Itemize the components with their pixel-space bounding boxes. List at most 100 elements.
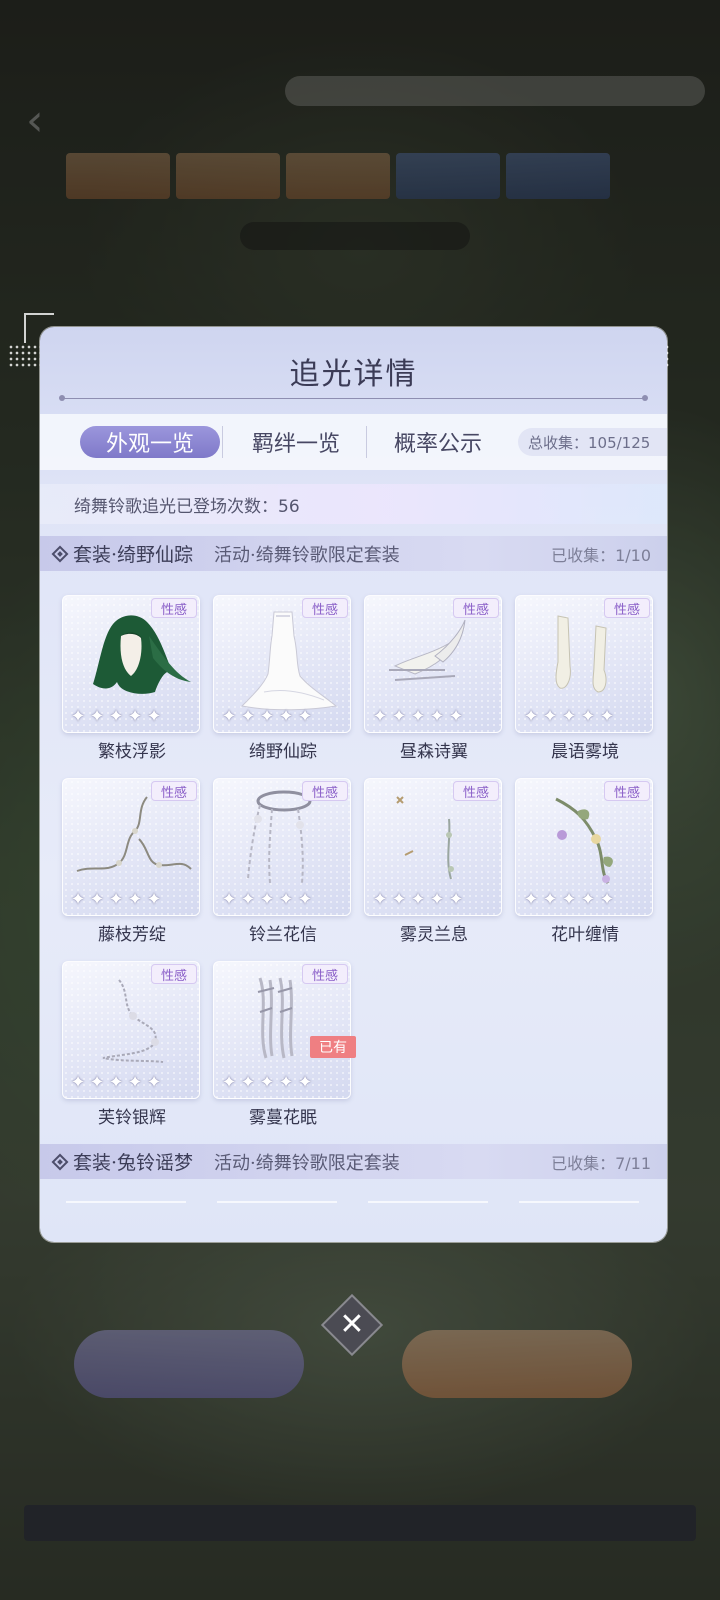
item-name: 铃兰花信 bbox=[249, 925, 317, 945]
set-name: 套装·兔铃谣梦 bbox=[73, 1152, 194, 1174]
star-icon: ✦ bbox=[108, 889, 124, 910]
outfit-item[interactable]: 性感 ✦ ✦ ✦ ✦ ✦ 花叶缠情 bbox=[515, 778, 655, 948]
item-card: 性感 ✦ ✦ ✦ ✦ ✦ bbox=[515, 595, 653, 733]
outfit-item[interactable]: 性感 已有 ✦ ✦ ✦ ✦ ✦ 雾蔓花眠 bbox=[213, 961, 356, 1131]
diamond-icon bbox=[51, 545, 69, 562]
next-row-card-top bbox=[368, 1201, 488, 1203]
set-event: 活动·绮舞铃歌限定套装 bbox=[214, 1152, 400, 1174]
tab-divider bbox=[222, 426, 223, 458]
star-icon: ✦ bbox=[146, 706, 162, 727]
rarity-stars: ✦ ✦ ✦ ✦ ✦ bbox=[69, 1074, 163, 1092]
outfit-item[interactable]: 性感 ✦ ✦ ✦ ✦ ✦ 芙铃银辉 bbox=[62, 961, 202, 1131]
item-name: 晨语雾境 bbox=[551, 742, 619, 762]
item-name: 雾灵兰息 bbox=[400, 925, 468, 945]
star-icon: ✦ bbox=[448, 889, 464, 910]
tab-probability[interactable]: 概率公示 bbox=[368, 426, 508, 458]
next-row-card-top bbox=[217, 1201, 337, 1203]
star-icon: ✦ bbox=[89, 706, 105, 727]
set-header: 套装·绮野仙踪 活动·绮舞铃歌限定套装 已收集：1/10 bbox=[40, 536, 667, 571]
star-icon: ✦ bbox=[221, 889, 237, 910]
star-icon: ✦ bbox=[580, 706, 596, 727]
star-icon: ✦ bbox=[108, 706, 124, 727]
rarity-stars: ✦ ✦ ✦ ✦ ✦ bbox=[371, 708, 465, 726]
outfit-item[interactable]: 性感 ✦ ✦ ✦ ✦ ✦ 繁枝浮影 bbox=[62, 595, 202, 765]
star-icon: ✦ bbox=[523, 889, 539, 910]
star-icon: ✦ bbox=[240, 706, 256, 727]
item-name: 芙铃银辉 bbox=[98, 1108, 166, 1128]
item-card: 性感 ✦ ✦ ✦ ✦ ✦ bbox=[62, 778, 200, 916]
star-icon: ✦ bbox=[221, 706, 237, 727]
item-name: 昼森诗翼 bbox=[400, 742, 468, 762]
rarity-stars: ✦ ✦ ✦ ✦ ✦ bbox=[220, 708, 314, 726]
style-tag: 性感 bbox=[453, 781, 499, 801]
star-icon: ✦ bbox=[259, 706, 275, 727]
star-icon: ✦ bbox=[70, 889, 86, 910]
star-icon: ✦ bbox=[146, 1072, 162, 1093]
star-icon: ✦ bbox=[278, 1072, 294, 1093]
style-tag: 性感 bbox=[604, 781, 650, 801]
star-icon: ✦ bbox=[372, 706, 388, 727]
set-collected: 已收集：7/11 bbox=[551, 1153, 651, 1173]
item-card: 性感 ✦ ✦ ✦ ✦ ✦ bbox=[364, 595, 502, 733]
outfit-item[interactable]: 性感 ✦ ✦ ✦ ✦ ✦ 绮野仙踪 bbox=[213, 595, 353, 765]
style-tag: 性感 bbox=[151, 781, 197, 801]
rarity-stars: ✦ ✦ ✦ ✦ ✦ bbox=[371, 891, 465, 909]
star-icon: ✦ bbox=[89, 1072, 105, 1093]
star-icon: ✦ bbox=[70, 706, 86, 727]
star-icon: ✦ bbox=[240, 889, 256, 910]
item-name: 繁枝浮影 bbox=[98, 742, 166, 762]
set-header: 套装·兔铃谣梦 活动·绮舞铃歌限定套装 已收集：7/11 bbox=[40, 1144, 667, 1179]
rarity-stars: ✦ ✦ ✦ ✦ ✦ bbox=[522, 708, 616, 726]
star-icon: ✦ bbox=[561, 889, 577, 910]
item-card: 性感 ✦ ✦ ✦ ✦ ✦ bbox=[213, 778, 351, 916]
close-icon[interactable]: ✕ bbox=[330, 1303, 374, 1347]
star-icon: ✦ bbox=[297, 706, 313, 727]
style-tag: 性感 bbox=[151, 598, 197, 618]
outfit-item[interactable]: 性感 ✦ ✦ ✦ ✦ ✦ 铃兰花信 bbox=[213, 778, 353, 948]
pull-details-panel: 追光详情 外观一览 羁绊一览 概率公示 总收集：105/125 绮舞铃歌追光已登… bbox=[40, 327, 667, 1242]
style-tag: 性感 bbox=[604, 598, 650, 618]
outfit-item[interactable]: 性感 ✦ ✦ ✦ ✦ ✦ 昼森诗翼 bbox=[364, 595, 504, 765]
star-icon: ✦ bbox=[278, 706, 294, 727]
diamond-icon bbox=[51, 1153, 69, 1170]
star-icon: ✦ bbox=[127, 889, 143, 910]
star-icon: ✦ bbox=[429, 889, 445, 910]
panel-dot-decoration bbox=[8, 344, 44, 368]
star-icon: ✦ bbox=[259, 1072, 275, 1093]
star-icon: ✦ bbox=[297, 1072, 313, 1093]
item-name: 藤枝芳绽 bbox=[98, 925, 166, 945]
outfit-item[interactable]: 性感 ✦ ✦ ✦ ✦ ✦ 晨语雾境 bbox=[515, 595, 655, 765]
outfit-item[interactable]: 性感 ✦ ✦ ✦ ✦ ✦ 藤枝芳绽 bbox=[62, 778, 202, 948]
star-icon: ✦ bbox=[127, 706, 143, 727]
tab-appearance[interactable]: 外观一览 bbox=[80, 426, 220, 458]
star-icon: ✦ bbox=[221, 1072, 237, 1093]
star-icon: ✦ bbox=[372, 889, 388, 910]
set-name: 套装·绮野仙踪 bbox=[73, 544, 194, 566]
title-divider bbox=[59, 395, 648, 401]
star-icon: ✦ bbox=[70, 1072, 86, 1093]
item-card: 性感 ✦ ✦ ✦ ✦ ✦ bbox=[62, 595, 200, 733]
star-icon: ✦ bbox=[278, 889, 294, 910]
style-tag: 性感 bbox=[302, 598, 348, 618]
star-icon: ✦ bbox=[89, 889, 105, 910]
item-card: 性感 ✦ ✦ ✦ ✦ ✦ bbox=[364, 778, 502, 916]
star-icon: ✦ bbox=[429, 706, 445, 727]
style-tag: 性感 bbox=[302, 781, 348, 801]
star-icon: ✦ bbox=[391, 889, 407, 910]
star-icon: ✦ bbox=[146, 889, 162, 910]
star-icon: ✦ bbox=[561, 706, 577, 727]
tab-bonds[interactable]: 羁绊一览 bbox=[226, 426, 366, 458]
total-collected: 总收集：105/125 bbox=[518, 428, 667, 456]
star-icon: ✦ bbox=[297, 889, 313, 910]
next-row-card-top bbox=[66, 1201, 186, 1203]
item-card: 性感 ✦ ✦ ✦ ✦ ✦ bbox=[213, 595, 351, 733]
tab-bar: 外观一览 羁绊一览 概率公示 总收集：105/125 bbox=[40, 414, 667, 470]
rarity-stars: ✦ ✦ ✦ ✦ ✦ bbox=[220, 1074, 314, 1092]
item-card: 性感 已有 ✦ ✦ ✦ ✦ ✦ bbox=[213, 961, 356, 1099]
star-icon: ✦ bbox=[542, 706, 558, 727]
set-collected: 已收集：1/10 bbox=[551, 545, 651, 565]
rarity-stars: ✦ ✦ ✦ ✦ ✦ bbox=[220, 891, 314, 909]
star-icon: ✦ bbox=[542, 889, 558, 910]
outfit-item[interactable]: 性感 ✦ ✦ ✦ ✦ ✦ 雾灵兰息 bbox=[364, 778, 504, 948]
rarity-stars: ✦ ✦ ✦ ✦ ✦ bbox=[522, 891, 616, 909]
